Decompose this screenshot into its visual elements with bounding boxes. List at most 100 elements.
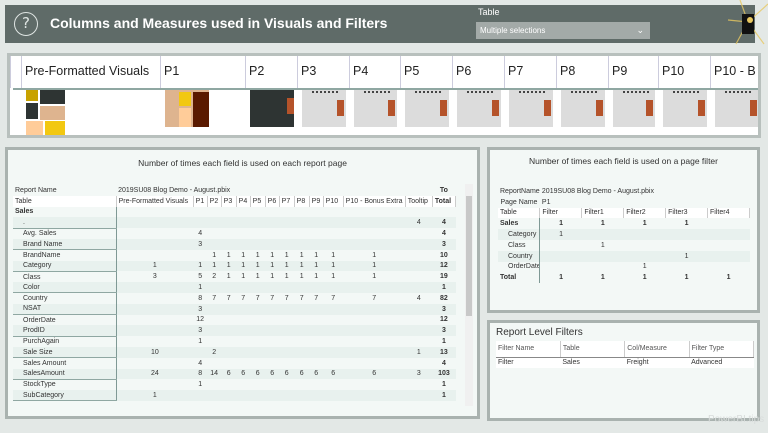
column-header[interactable]: P10 - Bonus Extra	[343, 195, 406, 207]
cell	[236, 325, 251, 337]
thumbnail-page-label[interactable]: P7	[504, 56, 556, 88]
cell: 24	[116, 368, 194, 380]
page-thumbnail[interactable]	[509, 90, 553, 127]
page-thumbnails-table: Pre-Formatted Visuals P1 P2 P3 P4 P5 P6 P7 P8 P9 P…	[7, 53, 761, 138]
row-label[interactable]: NSAT	[13, 303, 117, 316]
column-header[interactable]: P4	[236, 195, 251, 207]
column-header[interactable]: Col/Measure	[624, 341, 690, 358]
thumbnail-page-label[interactable]: P10	[658, 56, 710, 88]
column-header[interactable]: Filter	[539, 207, 583, 219]
thumbnail-page-label[interactable]: P4	[349, 56, 400, 88]
column-header[interactable]: P8	[294, 195, 310, 207]
column-header[interactable]: P5	[250, 195, 266, 207]
row-label[interactable]: Avg. Sales	[13, 228, 117, 239]
row-label[interactable]: Country	[13, 292, 117, 304]
column-header[interactable]: Filter Type	[689, 341, 755, 358]
row-label[interactable]: PurchAgain	[13, 336, 117, 347]
page-thumbnail[interactable]	[613, 90, 655, 127]
cell	[323, 217, 344, 229]
column-header[interactable]: Filter4	[707, 207, 750, 219]
group-label[interactable]: Sales	[13, 206, 117, 218]
page-thumbnail[interactable]	[165, 90, 209, 127]
column-header[interactable]: Filter2	[623, 207, 667, 219]
thumbnail-page-label[interactable]: P6	[452, 56, 504, 88]
page-thumbnail[interactable]	[405, 90, 449, 127]
table-header[interactable]: Table	[498, 207, 541, 219]
cell: 7	[255, 294, 260, 302]
thumbnail-page-label[interactable]: P1	[160, 56, 245, 88]
row-label[interactable]: BrandName	[13, 249, 117, 261]
cell: 8	[193, 368, 208, 380]
page-thumbnail[interactable]	[26, 90, 65, 135]
cell	[323, 228, 343, 239]
column-header[interactable]: Filter Name	[496, 341, 561, 358]
page-thumbnail[interactable]	[561, 90, 605, 127]
column-header[interactable]: P10	[323, 195, 344, 207]
row-label[interactable]: Category	[13, 260, 117, 272]
row-label[interactable]: SalesAmount	[13, 368, 117, 380]
cell	[265, 390, 280, 401]
column-header[interactable]: P3	[221, 195, 237, 207]
row-label[interactable]: Class	[13, 271, 117, 283]
thumbnail-page-label[interactable]: P2	[245, 56, 297, 88]
table-header[interactable]: Table	[13, 195, 117, 207]
cell	[309, 390, 324, 401]
row-total: 4	[432, 217, 456, 229]
row-label[interactable]: ProdID	[13, 325, 117, 337]
page-thumbnail[interactable]	[354, 90, 397, 127]
row-label[interactable]: Total	[498, 272, 541, 284]
page-thumbnail[interactable]	[663, 90, 707, 127]
vertical-scrollbar[interactable]	[465, 184, 473, 406]
column-header[interactable]: P6	[265, 195, 280, 207]
page-thumbnail[interactable]	[302, 90, 346, 127]
row-label[interactable]: Brand Name	[13, 238, 117, 251]
row-label[interactable]: Sales	[498, 218, 541, 230]
row-label[interactable]: Category	[498, 229, 541, 240]
question-circle-icon[interactable]: ?	[14, 12, 38, 36]
thumbnail-page-label[interactable]: P9	[608, 56, 658, 88]
thumbnail-page-label[interactable]: P10 - B	[710, 56, 758, 88]
thumbnail-page-label[interactable]: P5	[400, 56, 452, 88]
page-thumbnail[interactable]	[457, 90, 501, 127]
row-label[interactable]: Color	[13, 282, 117, 294]
row-label[interactable]: StockType	[13, 379, 117, 391]
scrollbar-thumb[interactable]	[466, 196, 472, 316]
cell: 7	[284, 294, 289, 302]
cell: 1	[207, 260, 222, 272]
row-label[interactable]: .	[13, 217, 117, 229]
page-thumbnail[interactable]	[250, 90, 294, 127]
table-row: Avg. Sales 4 4	[13, 228, 456, 239]
cell	[221, 228, 236, 239]
table-row: BrandName 1 1 1 1 1 1 1 1 1 1 10	[13, 249, 456, 261]
row-label[interactable]: SubCategory	[13, 390, 117, 402]
cell	[323, 346, 344, 358]
row-label[interactable]: OrderDate	[13, 314, 117, 326]
column-header[interactable]: P9	[309, 195, 324, 207]
thumbnail-page-label[interactable]: Pre-Formatted Visuals	[21, 56, 160, 88]
column-header[interactable]: Tooltip	[405, 195, 433, 207]
column-header[interactable]: P7	[279, 195, 295, 207]
cell	[265, 217, 280, 229]
column-header[interactable]: Total	[432, 195, 457, 207]
column-header[interactable]: Pre-Formatted Visuals	[116, 195, 194, 207]
column-header[interactable]: Table	[560, 341, 626, 358]
divider	[13, 88, 758, 90]
row-label[interactable]: Class	[498, 239, 541, 251]
row-label[interactable]: Sales Amount	[13, 357, 117, 369]
row-label[interactable]: Country	[498, 250, 541, 262]
page-thumbnail[interactable]	[715, 90, 758, 127]
cell	[250, 303, 266, 315]
column-header[interactable]: Filter1	[581, 207, 625, 219]
cell: 6	[294, 368, 310, 380]
row-total: 1	[432, 390, 456, 401]
cell	[116, 303, 194, 315]
column-header[interactable]: P2	[207, 195, 222, 207]
row-label[interactable]: OrderDate	[498, 261, 541, 273]
column-header[interactable]: P1	[193, 195, 208, 207]
thumbnail-page-label[interactable]: P8	[556, 56, 608, 88]
cell: 1	[314, 273, 319, 281]
row-label[interactable]: Sale Size	[13, 346, 117, 359]
thumbnail-page-label[interactable]: P3	[297, 56, 349, 88]
column-header[interactable]: Filter3	[665, 207, 709, 219]
table-slicer-dropdown[interactable]: Multiple selections ⌄	[476, 22, 650, 39]
